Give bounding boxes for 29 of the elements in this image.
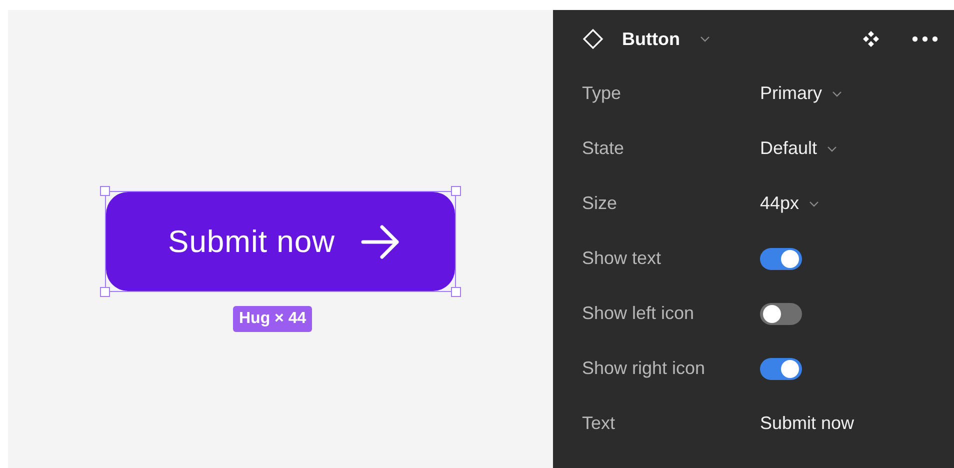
property-label: Show text xyxy=(582,248,662,269)
arrow-right-icon xyxy=(360,224,401,260)
property-label: Text xyxy=(582,413,616,434)
resize-handle[interactable] xyxy=(451,186,461,196)
component-set-icon[interactable] xyxy=(862,30,880,48)
size-badge: Hug × 44 xyxy=(233,306,312,332)
property-value[interactable]: Submit now xyxy=(760,413,854,434)
more-icon[interactable] xyxy=(912,36,938,42)
toggle-switch[interactable] xyxy=(760,302,802,324)
property-label: Show right icon xyxy=(582,358,706,379)
component-title[interactable]: Button xyxy=(622,28,680,50)
property-dropdown[interactable]: 44px xyxy=(760,193,820,214)
resize-handle[interactable] xyxy=(451,287,461,297)
resize-handle[interactable] xyxy=(100,186,110,196)
chevron-icon xyxy=(809,200,820,206)
toggle-switch[interactable] xyxy=(760,248,802,270)
diamond-icon xyxy=(582,28,604,50)
chevron-icon xyxy=(832,90,842,96)
chevron-icon xyxy=(827,146,838,152)
submit-button[interactable]: Submit now xyxy=(106,192,455,291)
property-label: Show left icon xyxy=(582,303,696,324)
property-label: State xyxy=(582,138,626,159)
chevron-icon xyxy=(700,36,710,42)
property-dropdown[interactable]: Default xyxy=(760,138,838,159)
property-label: Size xyxy=(582,193,618,214)
resize-handle[interactable] xyxy=(100,287,110,297)
toggle-switch[interactable] xyxy=(760,358,802,380)
property-label: Type xyxy=(582,83,622,104)
property-dropdown[interactable]: Primary xyxy=(760,83,842,104)
